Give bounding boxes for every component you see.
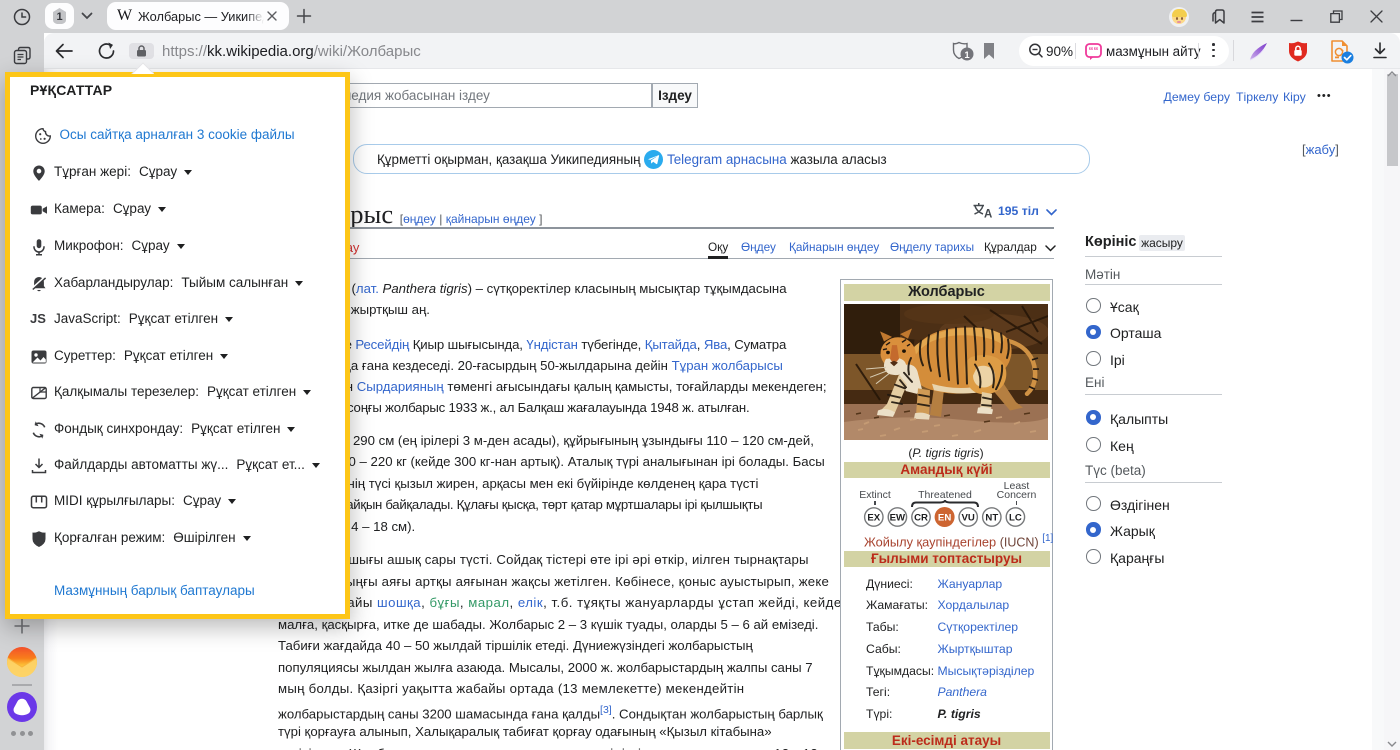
svg-text:LC: LC: [1009, 512, 1022, 523]
svg-text:EN: EN: [938, 512, 951, 523]
svg-text:““: ““: [1089, 46, 1099, 57]
svg-text:1: 1: [964, 50, 970, 61]
svg-text:EX: EX: [867, 512, 880, 523]
svg-text:NT: NT: [985, 512, 998, 523]
svg-text:VU: VU: [962, 512, 975, 523]
svg-text:1: 1: [56, 11, 62, 23]
svg-text:A: A: [984, 209, 992, 220]
svg-text:CR: CR: [914, 512, 928, 523]
svg-text:EW: EW: [890, 512, 906, 523]
